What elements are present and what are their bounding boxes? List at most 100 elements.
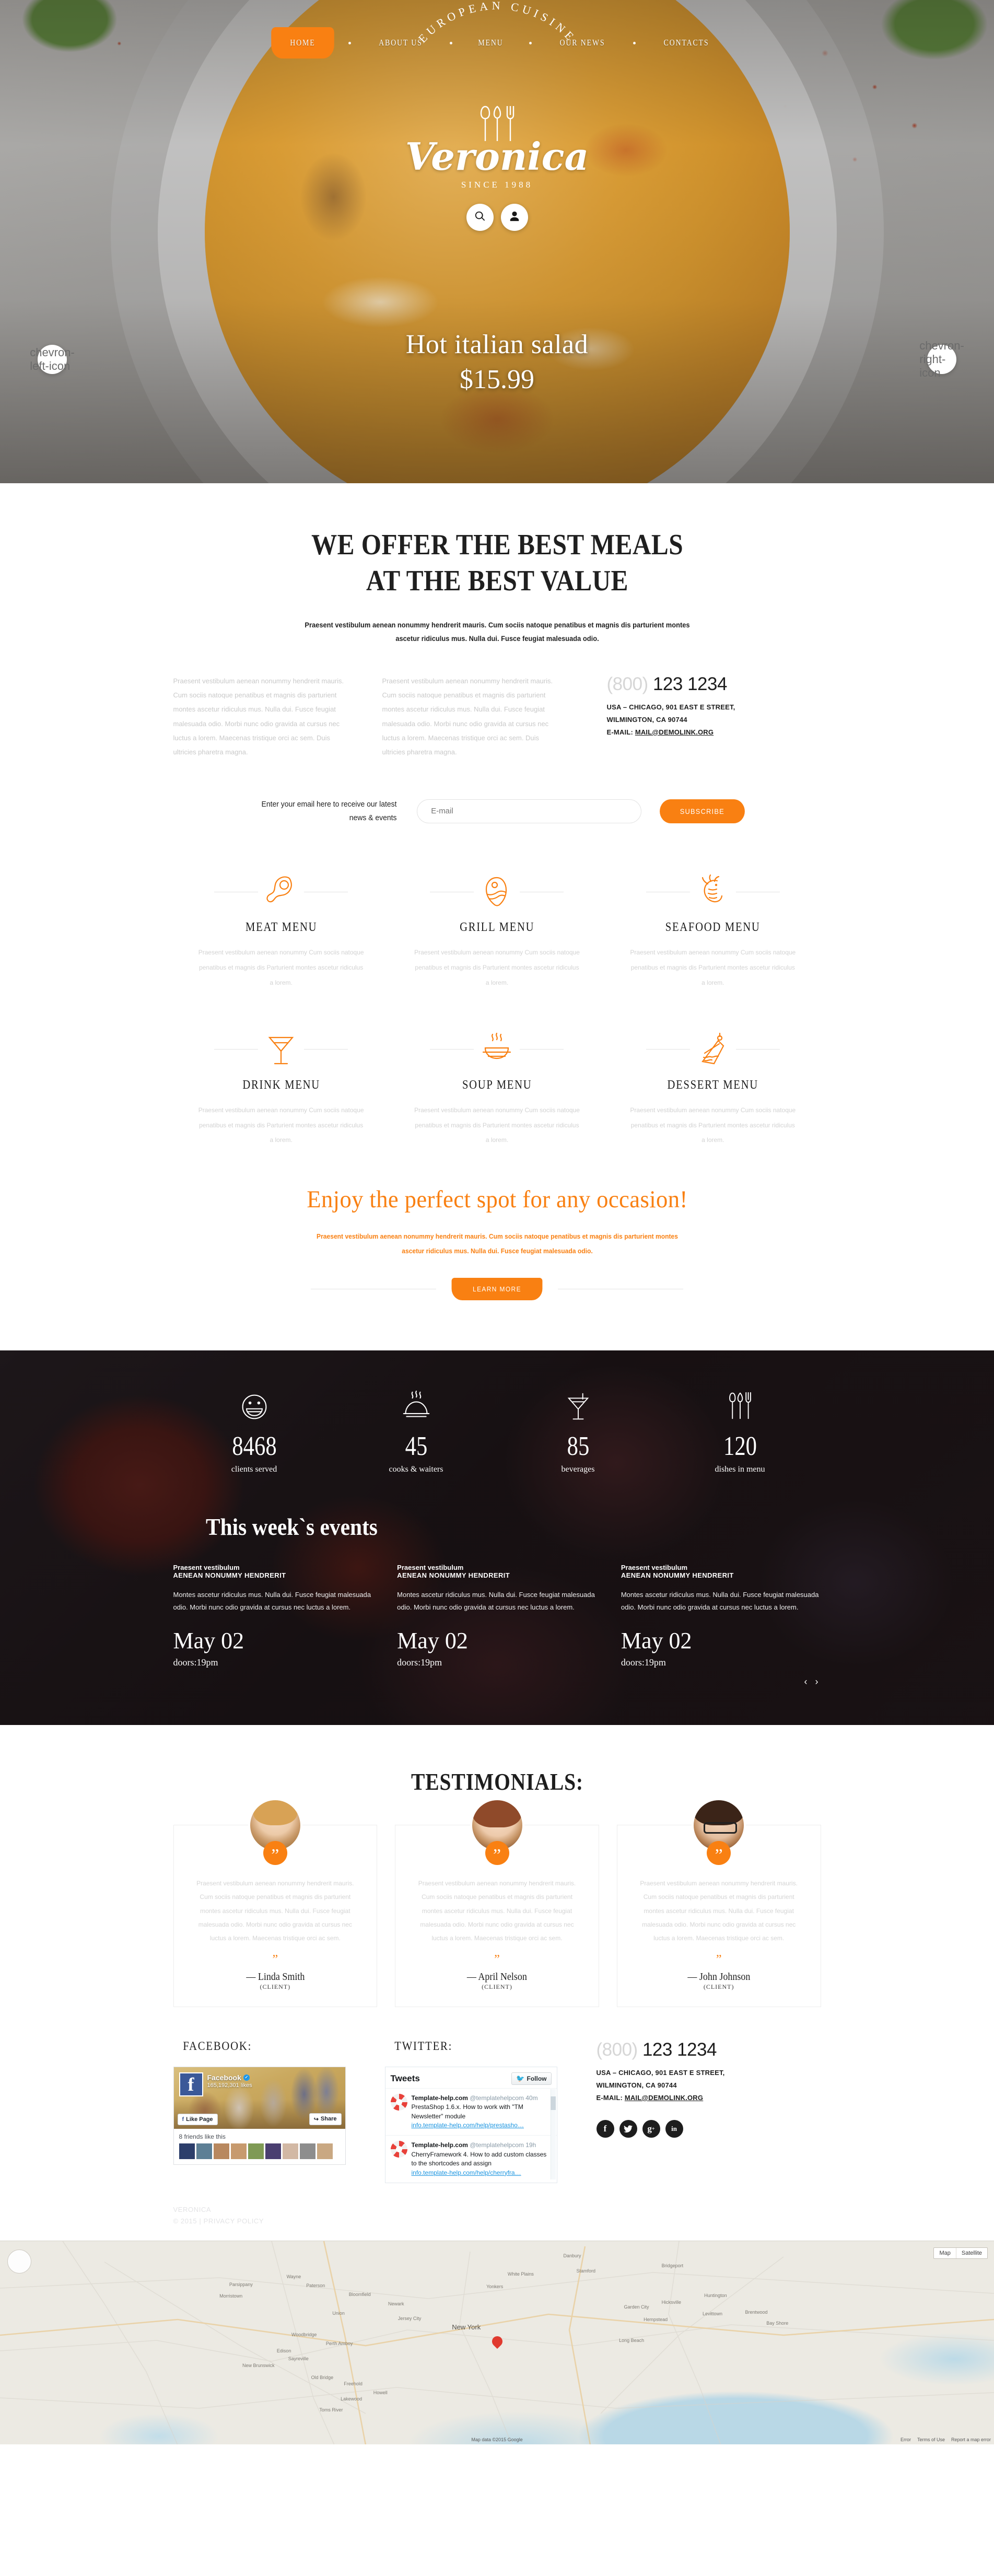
- site-footer: FACEBOOK: f Facebook ✓ 165,192,301 likes: [0, 2007, 994, 2241]
- site-logo[interactable]: EUROPEAN CUISINE Veronica SINCE 1988: [0, 0, 994, 231]
- google-plus-icon[interactable]: g +: [642, 2120, 660, 2138]
- divider: [214, 1049, 259, 1050]
- menu-category-grill[interactable]: GRILL MENU Praesent vestibulum aenean no…: [389, 861, 605, 1018]
- menu-category-soup[interactable]: SOUP MENU Praesent vestibulum aenean non…: [389, 1019, 605, 1176]
- event-title: AENEAN NONUMMY HENDRERIT: [173, 1571, 286, 1579]
- quote-mark-icon: ”: [494, 1952, 500, 1966]
- counter-cooks-waiters: 45 cooks & waiters: [335, 1384, 497, 1474]
- heading-line-2: AT THE BEST VALUE: [366, 565, 628, 598]
- map-terms-link[interactable]: Terms of Use: [917, 2437, 945, 2442]
- menu-category-desc: Praesent vestibulum aenean nonummy Cum s…: [414, 949, 580, 987]
- menu-category-drink[interactable]: DRINK MENU Praesent vestibulum aenean no…: [173, 1019, 389, 1176]
- map-report-link[interactable]: Report a map error: [951, 2437, 991, 2442]
- smiley-face-icon: [173, 1384, 335, 1421]
- facebook-friend-thumbnails: [179, 2143, 340, 2159]
- testimonial-author: — April Nelson: [466, 1971, 528, 1983]
- events-prev-button[interactable]: ‹: [804, 1676, 810, 1687]
- facebook-icon[interactable]: f: [596, 2120, 614, 2138]
- nav-item-menu[interactable]: MENU: [465, 28, 516, 57]
- map-type-map-button[interactable]: Map: [934, 2248, 955, 2258]
- facebook-page-name-row: Facebook ✓: [207, 2073, 252, 2082]
- map-error-link[interactable]: Error: [901, 2437, 911, 2442]
- tweet-body: Template-help.com @templatehelpcom 40m P…: [412, 2094, 552, 2130]
- facebook-page-meta: Facebook ✓ 165,192,301 likes: [207, 2073, 252, 2089]
- slider-next-button[interactable]: chevron-right-icon: [919, 339, 964, 379]
- map-type-satellite-button[interactable]: Satellite: [955, 2248, 987, 2259]
- menu-category-meat[interactable]: MEAT MENU Praesent vestibulum aenean non…: [173, 861, 389, 1018]
- learn-more-button[interactable]: LEARN MORE: [451, 1277, 543, 1300]
- menu-category-desc: Praesent vestibulum aenean nonummy Cum s…: [414, 1106, 580, 1144]
- counter-dishes-in-menu: 120 dishes in menu: [659, 1384, 821, 1474]
- linkedin-icon[interactable]: in: [665, 2120, 683, 2138]
- event-doors: doors:19pm: [173, 1657, 218, 1668]
- friend-avatar: [282, 2143, 298, 2159]
- map-location-pin: [492, 2336, 502, 2351]
- footer-phone-number[interactable]: (800) 123 1234: [597, 2039, 821, 2060]
- event-card[interactable]: Praesent vestibulum AENEAN NONUMMY HENDR…: [173, 1564, 373, 1668]
- counters-row: 8468 clients served 45 cooks & waiters 8…: [173, 1384, 821, 1474]
- menu-icon-row: [197, 1032, 365, 1067]
- menu-category-desc: Praesent vestibulum aenean nonummy Cum s…: [198, 949, 364, 987]
- menu-category-dessert[interactable]: DESSERT MENU Praesent vestibulum aenean …: [605, 1019, 821, 1176]
- menu-icon-row: [197, 875, 365, 909]
- facebook-like-button[interactable]: f Like Page: [177, 2113, 218, 2125]
- account-button[interactable]: [500, 204, 528, 231]
- map-place-label: Howell: [373, 2390, 388, 2396]
- twitter-scrollbar-thumb[interactable]: [550, 2096, 556, 2110]
- hero-slider: HOME ABOUT US MENU OUR NEWS CONTACTS EUR…: [0, 0, 994, 483]
- nav-item-contacts[interactable]: CONTACTS: [651, 28, 722, 57]
- friend-avatar: [248, 2143, 264, 2159]
- map-street-view-control[interactable]: [7, 2249, 31, 2274]
- menu-category-seafood[interactable]: SEAFOOD MENU Praesent vestibulum aenean …: [605, 861, 821, 1018]
- map-place-label: Bloomfield: [348, 2292, 371, 2298]
- event-doors: doors:19pm: [621, 1657, 666, 1668]
- event-card[interactable]: Praesent vestibulum AENEAN NONUMMY HENDR…: [397, 1564, 597, 1668]
- slider-prev-button[interactable]: chevron-left-icon: [30, 345, 75, 374]
- enjoy-heading: Enjoy the perfect spot for any occasion!: [306, 1186, 688, 1214]
- tweet-item[interactable]: Template-help.com @templatehelpcom 19h C…: [385, 2135, 557, 2183]
- nav-item-home[interactable]: HOME: [271, 27, 334, 59]
- map-place-label: Hempstead: [644, 2317, 668, 2323]
- tweet-link[interactable]: info.template-help.com/help/cherryfra…: [412, 2169, 521, 2176]
- phone-number[interactable]: (800) 123 1234: [607, 674, 821, 695]
- footer-widgets: FACEBOOK: f Facebook ✓ 165,192,301 likes: [173, 2007, 821, 2183]
- testimonial-card: ” Praesent vestibulum aenean nonummy hen…: [395, 1798, 599, 2007]
- shrimp-icon: [697, 875, 729, 909]
- map-place-label: Old Bridge: [311, 2375, 334, 2381]
- email-link[interactable]: MAIL@DEMOLINK.ORG: [635, 728, 714, 736]
- tweet-link[interactable]: info.template-help.com/help/prestasho…: [412, 2122, 524, 2129]
- subscribe-email-input[interactable]: [417, 799, 642, 823]
- search-button[interactable]: [466, 204, 494, 231]
- page-title: WE OFFER THE BEST MEALS AT THE BEST VALU…: [212, 527, 782, 600]
- subscribe-button[interactable]: SUBSCRIBE: [660, 799, 745, 823]
- tweet-handle: @templatehelpcom: [470, 2141, 524, 2149]
- address-line-1: USA – CHICAGO, 901 EAST E STREET,: [596, 2068, 725, 2077]
- menu-category-desc: Praesent vestibulum aenean nonummy Cum s…: [630, 1106, 796, 1144]
- friend-avatar: [299, 2143, 315, 2159]
- copyright-line[interactable]: © 2015 | PRIVACY POLICY: [173, 2216, 821, 2227]
- email-link[interactable]: MAIL@DEMOLINK.ORG: [625, 2094, 703, 2102]
- location-map[interactable]: Map Satellite Map data ©2015 Google Erro…: [0, 2241, 994, 2445]
- slide-price: $15.99: [460, 365, 534, 394]
- tweet-item[interactable]: Template-help.com @templatehelpcom 40m P…: [385, 2088, 557, 2136]
- enjoy-cta-section: Enjoy the perfect spot for any occasion!…: [173, 1176, 821, 1350]
- menu-category-desc: Praesent vestibulum aenean nonummy Cum s…: [198, 1106, 364, 1144]
- event-date: May 02: [173, 1627, 244, 1653]
- twitter-follow-button[interactable]: 🐦 Follow: [511, 2072, 552, 2085]
- events-next-button[interactable]: ›: [815, 1676, 821, 1687]
- facebook-share-button[interactable]: ↪ Share: [309, 2113, 342, 2125]
- event-subtitle: Praesent vestibulum: [397, 1563, 464, 1571]
- map-place-label: Toms River: [319, 2407, 343, 2413]
- testimonials-section: TESTIMONIALS: ” Praesent vestibulum aene…: [0, 1725, 994, 2007]
- enjoy-text: Praesent vestibulum aenean nonummy hendr…: [316, 1232, 678, 1255]
- twitter-timeline[interactable]: Tweets 🐦 Follow Template-help.com @templ…: [384, 2066, 557, 2183]
- counter-value: 45: [405, 1431, 427, 1461]
- lifebuoy-avatar-icon: [390, 2093, 407, 2111]
- divider: [735, 1049, 780, 1050]
- facebook-page-plugin[interactable]: f Facebook ✓ 165,192,301 likes f Like Pa…: [173, 2066, 346, 2165]
- event-card[interactable]: Praesent vestibulum AENEAN NONUMMY HENDR…: [621, 1564, 821, 1668]
- map-place-label: New York: [452, 2323, 481, 2332]
- events-list: Praesent vestibulum AENEAN NONUMMY HENDR…: [173, 1564, 821, 1668]
- twitter-icon[interactable]: [619, 2120, 637, 2138]
- facebook-logo-icon: f: [179, 2072, 203, 2096]
